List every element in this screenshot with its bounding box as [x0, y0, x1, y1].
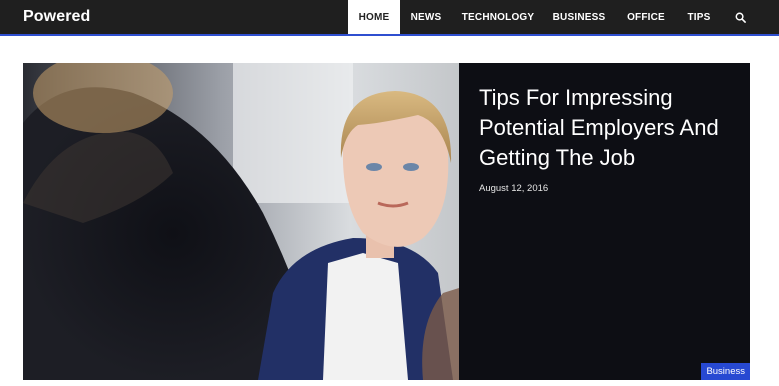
featured-image[interactable] [23, 63, 459, 380]
category-badge[interactable]: Business [701, 363, 750, 380]
nav-item-business[interactable]: BUSINESS [544, 0, 614, 34]
top-navigation-bar: Powered HOME NEWS TECHNOLOGY BUSINESS OF… [0, 0, 779, 36]
site-logo[interactable]: Powered [23, 8, 90, 26]
nav-item-news[interactable]: NEWS [400, 0, 452, 34]
nav-item-home[interactable]: HOME [348, 0, 400, 34]
main-nav: HOME NEWS TECHNOLOGY BUSINESS OFFICE TIP… [348, 0, 760, 34]
search-button[interactable] [720, 0, 760, 34]
nav-item-office[interactable]: OFFICE [614, 0, 678, 34]
nav-item-technology[interactable]: TECHNOLOGY [452, 0, 544, 34]
featured-post[interactable]: Tips For Impressing Potential Employers … [23, 63, 750, 380]
nav-item-tips[interactable]: TIPS [678, 0, 720, 34]
featured-title[interactable]: Tips For Impressing Potential Employers … [479, 83, 739, 173]
featured-date: August 12, 2016 [479, 183, 549, 194]
search-icon [735, 12, 746, 23]
